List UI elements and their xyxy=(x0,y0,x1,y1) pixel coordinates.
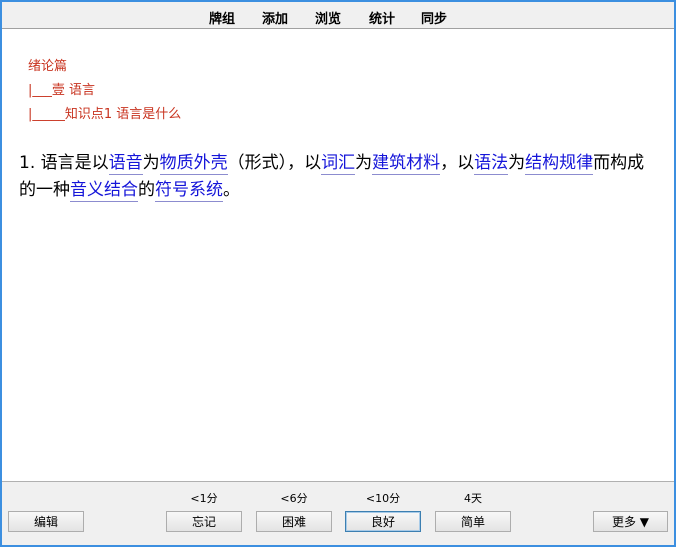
easy-button[interactable]: 简单 xyxy=(435,511,511,532)
breadcrumb-level-3: |_____知识点1 语言是什么 xyxy=(28,107,182,122)
breadcrumb-level-2: |___壹 语言 xyxy=(28,83,96,98)
review-bottom-bar: <1分 <6分 <10分 4天 编辑 忘记 困难 良好 简单 更多 ▼ xyxy=(2,481,674,545)
cloze-answer: 音义结合 xyxy=(70,180,138,202)
interval-again: <1分 xyxy=(190,492,218,505)
card-content-area: 绪论篇 |___壹 语言 |_____知识点1 语言是什么 1. 语言是以语音为… xyxy=(2,29,674,481)
cloze-answer: 建筑材料 xyxy=(372,153,441,175)
card-text-segment: ，以 xyxy=(440,153,475,173)
card-text-segment: 1. 语言是以 xyxy=(19,153,109,173)
anki-review-window: 牌组 添加 浏览 统计 同步 绪论篇 |___壹 语言 |_____知识点1 语… xyxy=(0,0,676,547)
menu-decks[interactable]: 牌组 xyxy=(209,8,235,27)
top-menu-bar: 牌组 添加 浏览 统计 同步 xyxy=(2,2,674,29)
card-text-segment: 为 xyxy=(508,153,526,173)
card-text-segment: 为 xyxy=(142,153,160,173)
card-answer-text: 1. 语言是以语音为物质外壳（形式），以词汇为建筑材料，以语法为结构规律而构成的… xyxy=(19,150,659,204)
cloze-answer: 词汇 xyxy=(321,153,356,175)
good-button[interactable]: 良好 xyxy=(345,511,421,532)
menu-stats[interactable]: 统计 xyxy=(369,8,395,27)
cloze-answer: 语音 xyxy=(108,153,143,175)
card-text-segment: 。 xyxy=(223,180,240,200)
interval-easy: 4天 xyxy=(464,492,482,505)
menu-sync[interactable]: 同步 xyxy=(421,8,447,27)
again-button[interactable]: 忘记 xyxy=(166,511,242,532)
more-button[interactable]: 更多 ▼ xyxy=(593,511,668,532)
cloze-answer: 物质外壳 xyxy=(159,153,228,175)
card-text-segment: 为 xyxy=(355,153,373,173)
cloze-answer: 结构规律 xyxy=(525,153,594,175)
edit-button[interactable]: 编辑 xyxy=(8,511,84,532)
menu-browse[interactable]: 浏览 xyxy=(315,8,341,27)
cloze-answer: 语法 xyxy=(474,153,509,175)
card-text-segment: （形式），以 xyxy=(227,153,322,173)
card-text-segment: 的 xyxy=(138,180,155,200)
breadcrumb-level-1: 绪论篇 xyxy=(28,59,68,74)
interval-hard: <6分 xyxy=(280,492,308,505)
menu-add[interactable]: 添加 xyxy=(262,8,288,27)
cloze-answer: 符号系统 xyxy=(155,180,223,202)
interval-good: <10分 xyxy=(365,492,401,505)
hard-button[interactable]: 困难 xyxy=(256,511,332,532)
